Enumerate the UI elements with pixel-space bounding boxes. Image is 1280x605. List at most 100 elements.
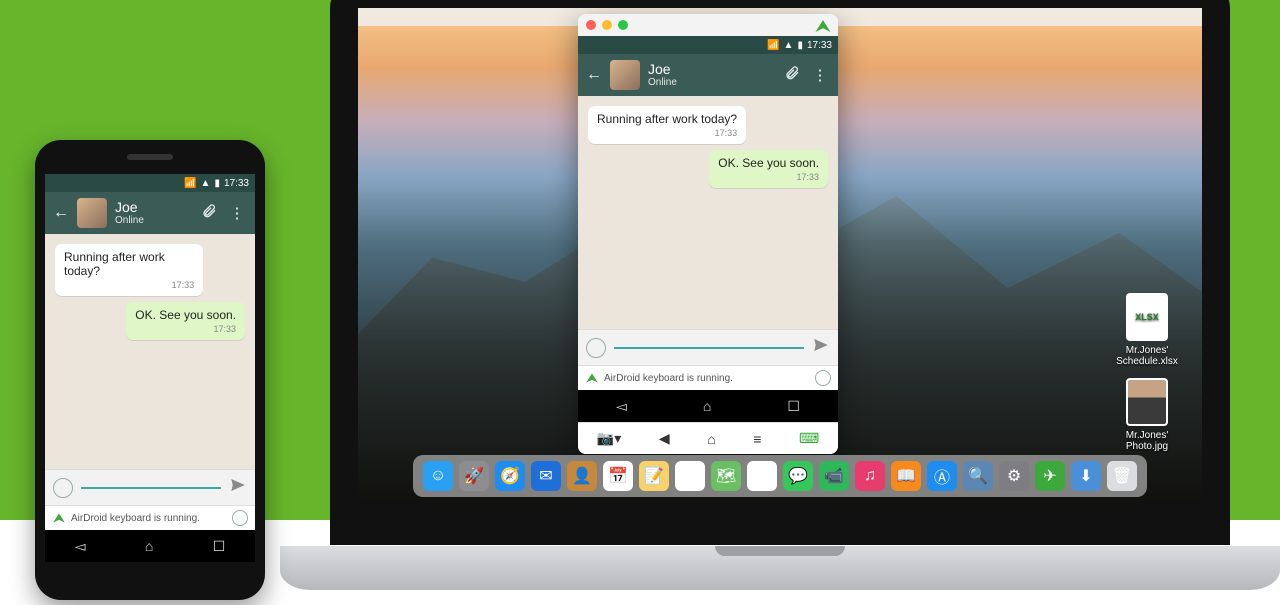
facetime-icon[interactable]: 📹 bbox=[819, 461, 849, 491]
camera-icon[interactable]: 📷▾ bbox=[597, 430, 621, 447]
chat-input-bar[interactable] bbox=[45, 469, 255, 505]
menu-icon[interactable]: ⋮ bbox=[810, 66, 830, 84]
android-status-bar: 📶 ▲ ▮ 17:33 bbox=[45, 174, 255, 192]
chat-bubble-outgoing: Running after work today? 17:33 bbox=[55, 244, 203, 296]
zoom-icon[interactable] bbox=[618, 20, 628, 30]
chat-bubble-outgoing: Running after work today? 17:33 bbox=[588, 106, 746, 144]
avatar[interactable] bbox=[77, 198, 107, 228]
file-label: Mr.Jones' Schedule.xlsx bbox=[1112, 345, 1182, 367]
contact-info[interactable]: Joe Online bbox=[115, 200, 191, 226]
send-icon[interactable] bbox=[229, 476, 247, 499]
emoji-icon[interactable] bbox=[53, 478, 73, 498]
close-icon[interactable] bbox=[586, 20, 596, 30]
itunes-icon[interactable]: ♫ bbox=[855, 461, 885, 491]
mail-icon[interactable]: ✉ bbox=[531, 461, 561, 491]
launchpad-icon[interactable]: 🚀 bbox=[459, 461, 489, 491]
keyboard-toggle-icon[interactable]: ⌨ bbox=[799, 430, 819, 447]
phone-screen: 📶 ▲ ▮ 17:33 ← Joe Online ⋮ Running after… bbox=[45, 174, 255, 562]
contact-name: Joe bbox=[115, 200, 191, 215]
preview-icon[interactable]: 🔍 bbox=[963, 461, 993, 491]
chat-header: ← Joe Online ⋮ bbox=[578, 54, 838, 96]
android-nav-bar: ◅ ⌂ ☐ bbox=[45, 530, 255, 562]
contacts-icon[interactable]: 👤 bbox=[567, 461, 597, 491]
wifi-icon: 📶 bbox=[184, 178, 196, 189]
ibooks-icon[interactable]: 📖 bbox=[891, 461, 921, 491]
attach-icon[interactable] bbox=[782, 65, 802, 85]
tb-menu-icon[interactable]: ≡ bbox=[753, 431, 761, 447]
mic-icon[interactable] bbox=[815, 370, 831, 386]
chat-body[interactable]: Running after work today? 17:33 OK. See … bbox=[578, 96, 838, 329]
nav-back-icon[interactable]: ◅ bbox=[616, 398, 627, 415]
battery-icon: ▮ bbox=[214, 178, 220, 189]
minimize-icon[interactable] bbox=[602, 20, 612, 30]
bubble-text: Running after work today? bbox=[64, 250, 194, 278]
android-phone-device: 📶 ▲ ▮ 17:33 ← Joe Online ⋮ Running after… bbox=[35, 140, 265, 600]
phone-speaker bbox=[127, 154, 173, 160]
signal-icon: ▲ bbox=[784, 40, 794, 51]
message-input[interactable] bbox=[614, 347, 804, 349]
macbook-device: XLSX Mr.Jones' Schedule.xlsx Mr.Jones' P… bbox=[280, 0, 1280, 600]
contact-status: Online bbox=[115, 215, 191, 226]
chat-input-bar[interactable] bbox=[578, 329, 838, 365]
contact-status: Online bbox=[648, 77, 774, 88]
calendar-icon[interactable]: 📅 bbox=[603, 461, 633, 491]
trash-icon[interactable]: 🗑 bbox=[1107, 461, 1137, 491]
airdroid-window[interactable]: 📶 ▲ ▮ 17:33 ← Joe Online ⋮ bbox=[578, 14, 838, 454]
keyboard-banner: AirDroid keyboard is running. bbox=[578, 365, 838, 390]
nav-recent-icon[interactable]: ☐ bbox=[213, 538, 226, 555]
nav-recent-icon[interactable]: ☐ bbox=[787, 398, 800, 415]
systemprefs-icon[interactable]: ⚙ bbox=[999, 461, 1029, 491]
chat-header: ← Joe Online ⋮ bbox=[45, 192, 255, 234]
messages-icon[interactable]: 💬 bbox=[783, 461, 813, 491]
mic-icon[interactable] bbox=[232, 510, 248, 526]
bubble-text: OK. See you soon. bbox=[135, 308, 236, 322]
bubble-text: Running after work today? bbox=[597, 112, 737, 126]
send-icon[interactable] bbox=[812, 336, 830, 359]
wifi-icon: 📶 bbox=[767, 40, 779, 51]
contact-name: Joe bbox=[648, 62, 774, 77]
bubble-time: 17:33 bbox=[718, 172, 819, 182]
finder-icon[interactable]: ☺ bbox=[423, 461, 453, 491]
airdroid-logo-icon bbox=[814, 17, 832, 40]
maps-icon[interactable]: 🗺 bbox=[711, 461, 741, 491]
keyboard-banner: AirDroid keyboard is running. bbox=[45, 505, 255, 530]
chat-bubble-incoming: OK. See you soon. 17:33 bbox=[126, 302, 245, 340]
chat-body[interactable]: Running after work today? 17:33 OK. See … bbox=[45, 234, 255, 469]
emoji-icon[interactable] bbox=[586, 338, 606, 358]
keyboard-banner-text: AirDroid keyboard is running. bbox=[71, 513, 200, 524]
tb-home-icon[interactable]: ⌂ bbox=[707, 431, 715, 447]
back-icon[interactable]: ← bbox=[586, 66, 602, 84]
bubble-time: 17:33 bbox=[597, 128, 737, 138]
window-titlebar[interactable] bbox=[578, 14, 838, 36]
message-input[interactable] bbox=[81, 487, 221, 489]
contact-info[interactable]: Joe Online bbox=[648, 62, 774, 88]
safari-icon[interactable]: 🧭 bbox=[495, 461, 525, 491]
macbook-desktop: XLSX Mr.Jones' Schedule.xlsx Mr.Jones' P… bbox=[358, 8, 1202, 503]
mac-dock[interactable]: ☺🚀🧭✉👤📅📝☑🗺✿💬📹♫📖Ⓐ🔍⚙✈⬇🗑 bbox=[413, 455, 1147, 497]
desktop-file-xlsx[interactable]: XLSX Mr.Jones' Schedule.xlsx bbox=[1112, 293, 1182, 367]
airdroid-icon[interactable]: ✈ bbox=[1035, 461, 1065, 491]
file-label: Mr.Jones' Photo.jpg bbox=[1112, 430, 1182, 452]
downloads-icon[interactable]: ⬇ bbox=[1071, 461, 1101, 491]
reminders-icon[interactable]: ☑ bbox=[675, 461, 705, 491]
status-time: 17:33 bbox=[807, 40, 832, 51]
tb-back-icon[interactable]: ◀ bbox=[659, 430, 670, 447]
file-icon: XLSX bbox=[1126, 293, 1168, 341]
android-status-bar: 📶 ▲ ▮ 17:33 bbox=[578, 36, 838, 54]
notes-icon[interactable]: 📝 bbox=[639, 461, 669, 491]
desktop-file-photo[interactable]: Mr.Jones' Photo.jpg bbox=[1112, 378, 1182, 452]
nav-home-icon[interactable]: ⌂ bbox=[145, 538, 153, 554]
keyboard-banner-text: AirDroid keyboard is running. bbox=[604, 373, 733, 384]
photos-icon[interactable]: ✿ bbox=[747, 461, 777, 491]
airdroid-small-icon bbox=[585, 371, 599, 385]
menu-icon[interactable]: ⋮ bbox=[227, 204, 247, 222]
attach-icon[interactable] bbox=[199, 203, 219, 223]
nav-home-icon[interactable]: ⌂ bbox=[703, 398, 711, 414]
macbook-notch bbox=[715, 546, 845, 556]
macbook-base bbox=[280, 546, 1280, 590]
appstore-icon[interactable]: Ⓐ bbox=[927, 461, 957, 491]
back-icon[interactable]: ← bbox=[53, 204, 69, 222]
macbook-bezel: XLSX Mr.Jones' Schedule.xlsx Mr.Jones' P… bbox=[330, 0, 1230, 545]
nav-back-icon[interactable]: ◅ bbox=[75, 538, 86, 555]
avatar[interactable] bbox=[610, 60, 640, 90]
